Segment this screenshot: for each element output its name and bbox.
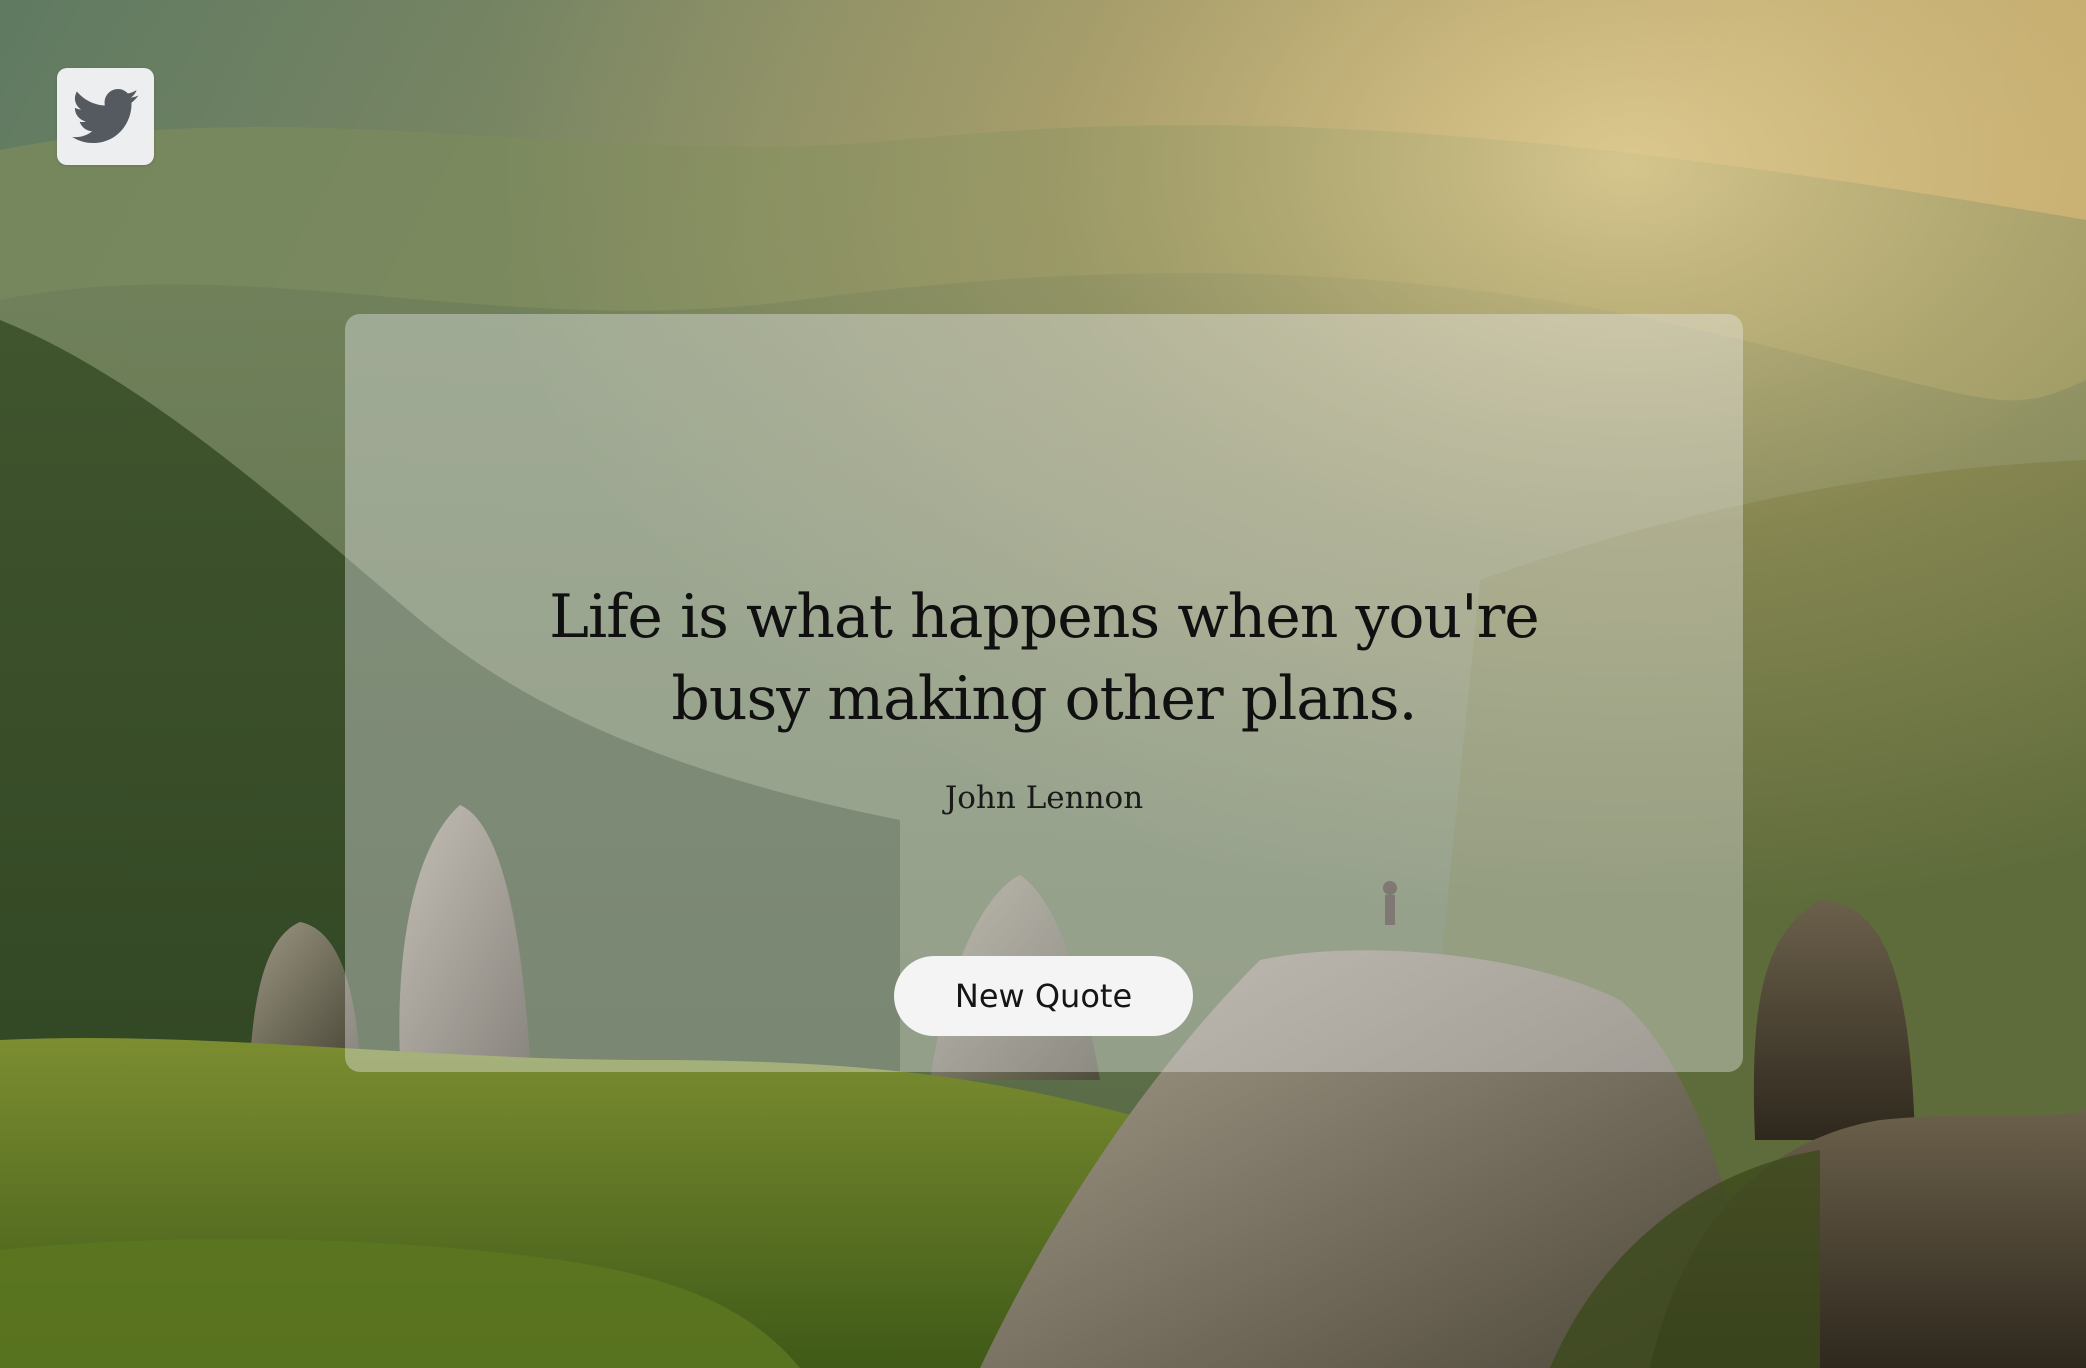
tweet-button[interactable] <box>57 68 154 165</box>
new-quote-button[interactable]: New Quote <box>894 956 1193 1036</box>
quote-card: Life is what happens when you're busy ma… <box>345 314 1743 1072</box>
twitter-bird-icon <box>71 88 138 143</box>
quote-author: John Lennon <box>944 780 1144 816</box>
quote-text: Life is what happens when you're busy ma… <box>549 582 1540 734</box>
